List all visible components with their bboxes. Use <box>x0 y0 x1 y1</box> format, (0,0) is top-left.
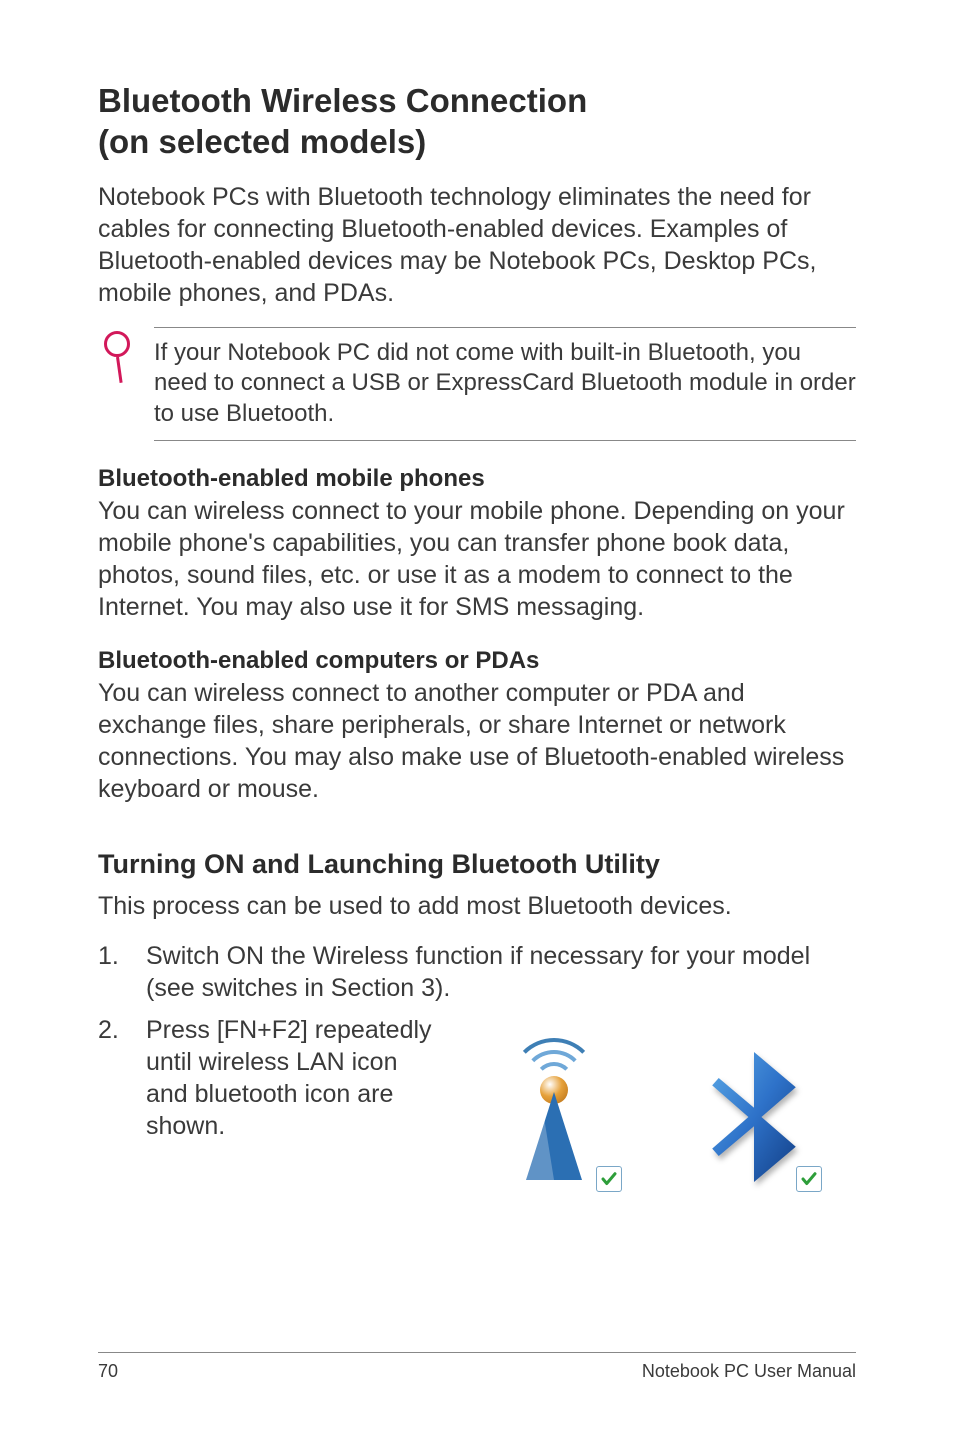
note-text: If your Notebook PC did not come with bu… <box>154 327 856 441</box>
wireless-lan-icon <box>486 1042 626 1192</box>
subsection-title-phones: Bluetooth-enabled mobile phones <box>98 465 856 493</box>
footer-label: Notebook PC User Manual <box>642 1361 856 1382</box>
bluetooth-icon <box>686 1042 826 1192</box>
subsection-body-pdas: You can wireless connect to another comp… <box>98 677 856 805</box>
subheading-intro: This process can be used to add most Blu… <box>98 890 856 922</box>
step-text: Press [FN+F2] repeatedly until wireless … <box>146 1014 446 1142</box>
step-number: 2. <box>98 1014 146 1142</box>
title-line-1: Bluetooth Wireless Connection <box>98 82 587 119</box>
checkmark-icon <box>596 1166 622 1192</box>
subsection-body-phones: You can wireless connect to your mobile … <box>98 495 856 623</box>
title-line-2: (on selected models) <box>98 123 426 160</box>
intro-paragraph: Notebook PCs with Bluetooth technology e… <box>98 181 856 309</box>
pushpin-icon <box>98 327 154 383</box>
subsection-title-pdas: Bluetooth-enabled computers or PDAs <box>98 647 856 675</box>
list-item: 1. Switch ON the Wireless function if ne… <box>98 940 856 1004</box>
page-number: 70 <box>98 1361 118 1382</box>
step-text: Switch ON the Wireless function if neces… <box>146 940 856 1004</box>
page-footer: 70 Notebook PC User Manual <box>98 1352 856 1382</box>
subheading-bt-utility: Turning ON and Launching Bluetooth Utili… <box>98 849 856 880</box>
note-callout: If your Notebook PC did not come with bu… <box>98 327 856 441</box>
step-number: 1. <box>98 940 146 1004</box>
page-title: Bluetooth Wireless Connection (on select… <box>98 80 856 163</box>
checkmark-icon <box>796 1166 822 1192</box>
